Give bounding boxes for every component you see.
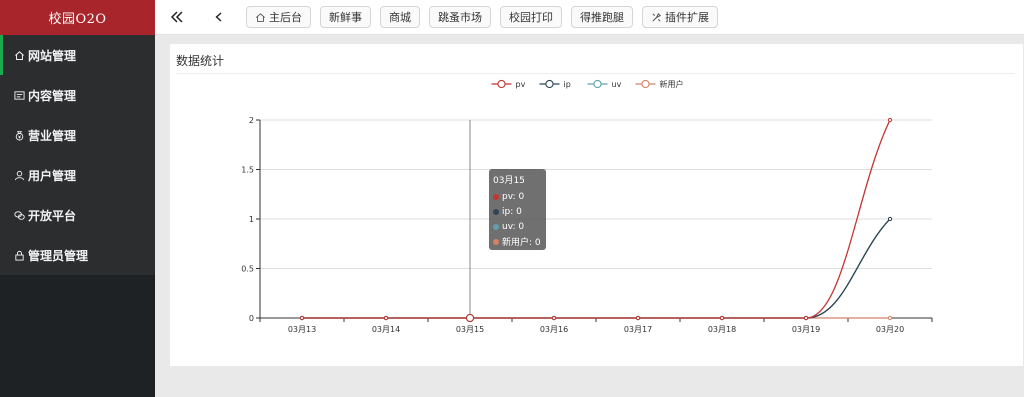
x-tick-label: 03月17 (624, 325, 652, 334)
y-tick-label: 1.5 (241, 166, 254, 175)
series-dot (493, 193, 499, 200)
tab-main-backend[interactable]: 主后台 (246, 6, 311, 28)
footer-area (155, 366, 1024, 397)
data-point (551, 315, 557, 321)
series-dot (493, 223, 499, 230)
legend-label: 新用户 (660, 79, 684, 89)
y-tick-label: 0.5 (241, 265, 254, 274)
sidebar-menu: 网站管理 内容管理 营业管理 用户管理 开放平台 管理员管理 (0, 35, 155, 275)
content-icon (13, 89, 25, 101)
tab-label: 主后台 (269, 11, 302, 24)
tab-errand[interactable]: 得推跑腿 (571, 6, 633, 28)
sidebar-item-website[interactable]: 网站管理 (0, 35, 155, 75)
chart-grid (260, 119, 932, 319)
sidebar-item-label: 营业管理 (28, 128, 77, 143)
legend-label: pv (516, 80, 526, 89)
tab-label: 跳蚤市场 (438, 11, 482, 24)
chart-tooltip: 03月15 pv: 0 ip: 0 uv: 0 新用户: 0 (489, 169, 546, 250)
tooltip-title: 03月15 (493, 176, 525, 186)
legend-marker (641, 79, 650, 89)
y-tick-label: 1 (249, 215, 254, 224)
tab-label: 插件扩展 (665, 11, 709, 24)
tab-label: 商城 (389, 11, 411, 24)
data-point (887, 117, 893, 123)
tooltip-row-label: 新用户: 0 (502, 238, 541, 248)
series-dot (493, 208, 499, 215)
sidebar-item-label: 管理员管理 (28, 248, 89, 263)
tab-flea-market[interactable]: 跳蚤市场 (429, 6, 491, 28)
tab-label: 校园打印 (509, 11, 553, 24)
x-tick-label: 03月18 (708, 325, 736, 334)
x-tick-label: 03月19 (792, 325, 820, 334)
double-chevron-left-icon[interactable] (164, 4, 190, 30)
data-point (719, 315, 725, 321)
x-tick-label: 03月20 (876, 325, 904, 334)
tab-label: 得推跑腿 (580, 11, 624, 24)
sidebar-item-admins[interactable]: 管理员管理 (0, 235, 155, 275)
tooltip-row: 新用户: 0 (493, 234, 542, 249)
tab-label: 新鲜事 (329, 11, 362, 24)
sidebar-item-label: 开放平台 (28, 208, 77, 223)
x-tick-label: 03月15 (456, 325, 484, 334)
sidebar-item-business[interactable]: 营业管理 (0, 115, 155, 155)
data-point (466, 314, 474, 322)
y-tick-label: 2 (249, 116, 254, 125)
sidebar-item-label: 网站管理 (28, 48, 77, 63)
x-tick-label: 03月16 (540, 325, 568, 334)
home-icon (13, 49, 25, 61)
tab-plugins[interactable]: 插件扩展 (642, 6, 718, 28)
data-point (383, 315, 389, 321)
legend-label: uv (612, 80, 622, 89)
top-bar: 主后台 新鲜事 商城 跳蚤市场 校园打印 得推跑腿 插件扩展 (155, 0, 1024, 35)
x-tick-label: 03月14 (372, 325, 400, 334)
data-point (635, 315, 641, 321)
chart-legend: pv ip uv 新用户 (491, 79, 684, 89)
legend-marker (593, 79, 602, 89)
sidebar-item-content[interactable]: 内容管理 (0, 75, 155, 115)
sidebar-item-label: 内容管理 (28, 88, 77, 103)
tab-news[interactable]: 新鲜事 (320, 6, 371, 28)
chart-series (299, 117, 893, 322)
data-point (887, 216, 893, 222)
sidebar-item-users[interactable]: 用户管理 (0, 155, 155, 195)
tooltip-row-label: pv: 0 (502, 191, 525, 202)
sidebar-item-label: 用户管理 (28, 168, 77, 183)
legend-marker (497, 79, 506, 89)
stats-panel: 数据统计 pv ip uv 新用户 0 0.5 1 1.5 2 03月13 03月14 03月15… (170, 44, 1023, 366)
tab-campus-print[interactable]: 校园打印 (500, 6, 562, 28)
x-tick-label: 03月13 (288, 325, 316, 334)
data-point (803, 315, 809, 321)
chat-icon (13, 209, 25, 221)
legend-marker (545, 79, 554, 89)
nav-tabs: 主后台 新鲜事 商城 跳蚤市场 校园打印 得推跑腿 插件扩展 (246, 6, 727, 28)
y-tick-label: 0 (249, 314, 254, 323)
home-icon (256, 12, 265, 22)
lock-icon (13, 249, 25, 261)
y-axis: 0 0.5 1 1.5 2 (241, 116, 261, 323)
sidebar: 校园O2O 网站管理 内容管理 营业管理 用户管理 开放平台 管理员管理 (0, 0, 155, 397)
tooltip-row-label: uv: 0 (502, 221, 525, 232)
user-icon (13, 169, 25, 181)
x-axis: 03月13 03月14 03月15 03月16 03月17 03月18 03月19 03月20 (259, 317, 933, 334)
tooltip-row-label: ip: 0 (502, 206, 522, 217)
money-bag-icon (13, 129, 25, 141)
series-dot (493, 238, 499, 245)
sidebar-item-open-platform[interactable]: 开放平台 (0, 195, 155, 235)
tooltip-row: ip: 0 (493, 204, 542, 219)
tooltip-row: uv: 0 (493, 219, 542, 234)
legend-label: ip (564, 80, 571, 89)
plugin-icon (652, 12, 662, 22)
chevron-left-icon[interactable] (206, 4, 232, 30)
data-point (299, 315, 305, 321)
line-chart[interactable]: pv ip uv 新用户 0 0.5 1 1.5 2 03月13 03月14 03月15 03月16… (170, 44, 1023, 366)
tooltip-row: pv: 0 (493, 189, 542, 204)
data-point (887, 315, 893, 321)
brand-logo: 校园O2O (0, 0, 155, 35)
tab-mall[interactable]: 商城 (380, 6, 420, 28)
